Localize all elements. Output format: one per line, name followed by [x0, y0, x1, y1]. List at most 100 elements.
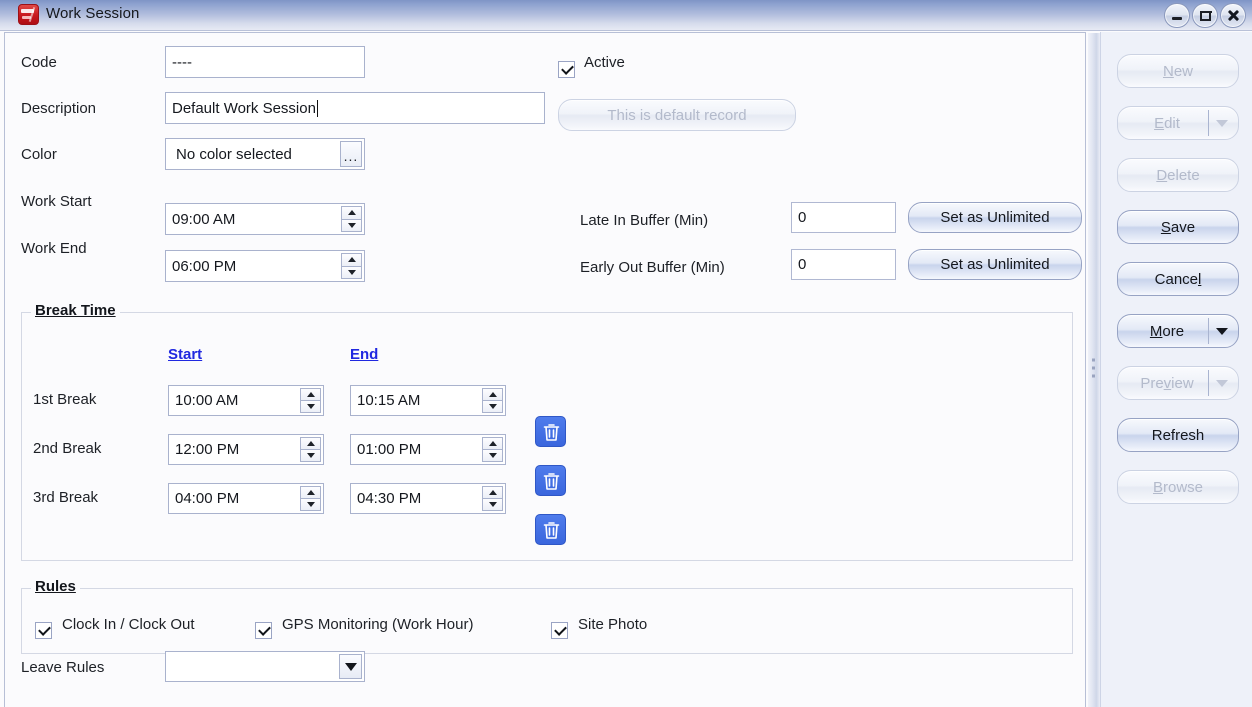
spinner-down-icon[interactable] — [482, 401, 503, 413]
refresh-button-label: Refresh — [1151, 426, 1205, 444]
early-out-set-unlimited-button[interactable]: Set as Unlimited — [908, 249, 1082, 280]
delete-icon — [543, 473, 560, 490]
late-in-buffer-label: Late In Buffer (Min) — [580, 212, 709, 229]
work-start-label: Work Start — [21, 193, 92, 210]
spinner-up-icon[interactable] — [482, 388, 503, 401]
break-2-start-spinner[interactable] — [300, 437, 321, 462]
rule-gps-monitoring-label: GPS Monitoring (Work Hour) — [282, 616, 474, 633]
preview-button: Preview — [1117, 366, 1239, 400]
break-3-start-value: 04:00 PM — [175, 490, 240, 507]
break-2-end-spinner[interactable] — [482, 437, 503, 462]
break-3-end-input[interactable]: 04:30 PM — [350, 483, 506, 514]
work-start-spinner[interactable] — [341, 206, 362, 232]
late-in-buffer-input[interactable]: 0 — [791, 202, 896, 233]
break-1-end-input[interactable]: 10:15 AM — [350, 385, 506, 416]
edit-button: Edit — [1117, 106, 1239, 140]
save-button[interactable]: Save — [1117, 210, 1239, 244]
new-button: New — [1117, 54, 1239, 88]
delete-button-label: Delete — [1156, 166, 1200, 184]
color-input[interactable]: No color selected ... — [165, 138, 365, 170]
break-row-label: 2nd Break — [33, 440, 102, 457]
save-button-label: Save — [1160, 218, 1196, 236]
break-1-end-spinner[interactable] — [482, 388, 503, 413]
cancel-button[interactable]: Cancel — [1117, 262, 1239, 296]
break-1-delete-button[interactable] — [535, 416, 566, 447]
code-value: ---- — [172, 53, 192, 71]
work-end-spinner[interactable] — [341, 253, 362, 279]
color-browse-button[interactable]: ... — [340, 141, 362, 167]
spinner-down-icon[interactable] — [482, 499, 503, 511]
early-out-set-unlimited-label: Set as Unlimited — [940, 256, 1050, 273]
rule-clock-in-out-checkbox[interactable] — [35, 622, 52, 639]
break-1-end-value: 10:15 AM — [357, 392, 421, 409]
spinner-up-icon[interactable] — [341, 253, 362, 267]
break-3-end-spinner[interactable] — [482, 486, 503, 511]
spinner-down-icon[interactable] — [482, 450, 503, 462]
ellipsis-icon: ... — [343, 148, 359, 164]
browse-button: Browse — [1117, 470, 1239, 504]
description-input[interactable]: Default Work Session — [165, 92, 545, 124]
work-end-input[interactable]: 06:00 PM — [165, 250, 365, 282]
break-2-start-input[interactable]: 12:00 PM — [168, 434, 324, 465]
rules-title: Rules — [31, 578, 80, 595]
spinner-up-icon[interactable] — [300, 388, 321, 401]
active-checkbox[interactable] — [558, 61, 575, 78]
spinner-up-icon[interactable] — [300, 437, 321, 450]
break-2-end-input[interactable]: 01:00 PM — [350, 434, 506, 465]
early-out-buffer-label: Early Out Buffer (Min) — [580, 259, 725, 276]
break-start-column-header[interactable]: Start — [168, 346, 202, 363]
spinner-down-icon[interactable] — [300, 401, 321, 413]
break-2-delete-button[interactable] — [535, 465, 566, 496]
edit-button-label: Edit — [1154, 114, 1180, 132]
rule-gps-monitoring-checkbox[interactable] — [255, 622, 272, 639]
color-label: Color — [21, 146, 57, 163]
title-bar: Work Session — [0, 0, 1252, 31]
break-1-start-spinner[interactable] — [300, 388, 321, 413]
break-time-title: Break Time — [31, 302, 120, 319]
color-value: No color selected — [176, 145, 292, 163]
spinner-up-icon[interactable] — [300, 486, 321, 499]
spinner-down-icon[interactable] — [300, 450, 321, 462]
chevron-down-icon — [1216, 119, 1228, 127]
new-button-label: New — [1162, 62, 1194, 80]
description-value: Default Work Session — [172, 99, 316, 117]
close-icon[interactable] — [1220, 3, 1246, 28]
leave-rules-select[interactable] — [165, 651, 365, 682]
default-record-label: This is default record — [607, 106, 747, 124]
break-end-column-header[interactable]: End — [350, 346, 378, 363]
more-button-label: More — [1149, 322, 1185, 340]
work-start-input[interactable]: 09:00 AM — [165, 203, 365, 235]
delete-icon — [543, 522, 560, 539]
pane-splitter[interactable] — [1088, 33, 1100, 707]
refresh-button[interactable]: Refresh — [1117, 418, 1239, 452]
form-pane: Code ---- Description Default Work Sessi… — [4, 32, 1086, 707]
spinner-down-icon[interactable] — [300, 499, 321, 511]
rule-site-photo-checkbox[interactable] — [551, 622, 568, 639]
cancel-button-label: Cancel — [1154, 270, 1202, 288]
spinner-up-icon[interactable] — [482, 437, 503, 450]
break-2-start-value: 12:00 PM — [175, 441, 240, 458]
preview-button-label: Preview — [1140, 374, 1194, 392]
minimize-icon[interactable] — [1164, 3, 1190, 28]
spinner-down-icon[interactable] — [341, 266, 362, 279]
break-3-start-spinner[interactable] — [300, 486, 321, 511]
code-input[interactable]: ---- — [165, 46, 365, 78]
maximize-icon[interactable] — [1192, 3, 1218, 28]
spinner-up-icon[interactable] — [482, 486, 503, 499]
splitter-grip — [1092, 358, 1095, 382]
spinner-up-icon[interactable] — [341, 206, 362, 220]
break-3-delete-button[interactable] — [535, 514, 566, 545]
leave-rules-dropdown-button[interactable] — [339, 654, 362, 679]
chevron-down-icon — [344, 662, 357, 671]
work-end-value: 06:00 PM — [172, 257, 237, 275]
more-button[interactable]: More — [1117, 314, 1239, 348]
early-out-buffer-value: 0 — [798, 256, 807, 273]
action-sidebar: New Edit Delete Save Cancel More Preview… — [1100, 32, 1252, 707]
late-in-set-unlimited-button[interactable]: Set as Unlimited — [908, 202, 1082, 233]
rule-clock-in-out-label: Clock In / Clock Out — [62, 616, 195, 633]
break-1-start-input[interactable]: 10:00 AM — [168, 385, 324, 416]
spinner-down-icon[interactable] — [341, 219, 362, 232]
early-out-buffer-input[interactable]: 0 — [791, 249, 896, 280]
break-3-start-input[interactable]: 04:00 PM — [168, 483, 324, 514]
chevron-down-icon — [1216, 379, 1228, 387]
